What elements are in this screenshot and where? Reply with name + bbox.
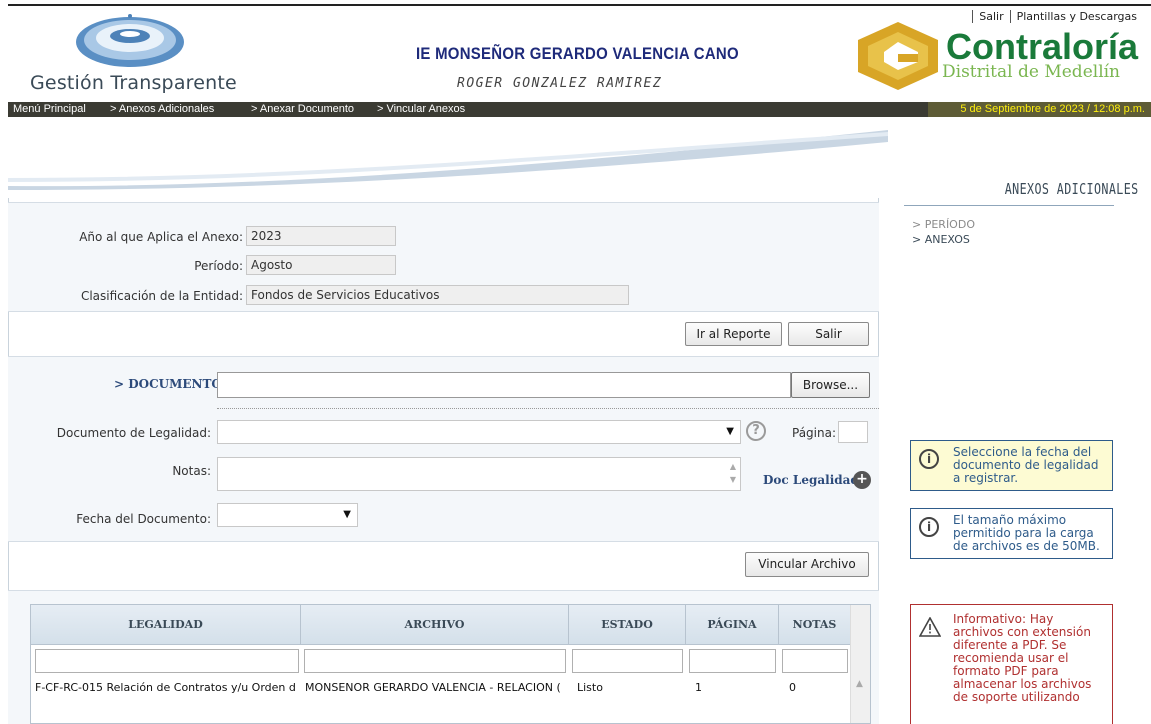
periodo-label: Período:: [194, 259, 243, 273]
breadcrumb-menu-principal[interactable]: Menú Principal: [13, 102, 86, 117]
ir-al-reporte-button[interactable]: Ir al Reporte: [685, 322, 782, 346]
anexos-table: LEGALIDAD ARCHIVO ESTADO PÁGINA NOTAS F-…: [30, 604, 871, 724]
info-icon: i: [919, 517, 939, 537]
salir-link[interactable]: Salir: [972, 10, 1009, 23]
divider: [217, 408, 879, 409]
fecha-select[interactable]: ▼: [217, 503, 358, 527]
warning-box: Informativo: Hay archivos con extensión …: [910, 604, 1113, 724]
table-cell-estado[interactable]: Listo: [573, 677, 683, 699]
doc-legalidad-label: Documento de Legalidad:: [56, 426, 211, 440]
top-border-line: [8, 4, 1151, 6]
contraloria-subtitle: Distrital de Medellín: [942, 62, 1121, 82]
plantillas-link[interactable]: Plantillas y Descargas: [1009, 10, 1143, 23]
header-pagina[interactable]: PÁGINA: [686, 605, 779, 645]
file-path-input[interactable]: [217, 372, 791, 398]
contraloria-name: Contraloría: [946, 26, 1139, 67]
datetime-highlight: [928, 102, 1151, 117]
user-name: ROGER GONZALEZ RAMIREZ: [457, 76, 663, 91]
clasificacion-field: Fondos de Servicios Educativos: [246, 285, 629, 305]
table-cell-notas[interactable]: 0: [785, 677, 849, 699]
notas-label: Notas:: [172, 464, 211, 478]
breadcrumb-anexos-adicionales[interactable]: > Anexos Adicionales: [110, 102, 214, 117]
sidebar-item-anexos[interactable]: > ANEXOS: [912, 233, 970, 246]
filter-estado[interactable]: [572, 649, 683, 673]
contraloria-logo-icon: [858, 22, 938, 90]
documento-label: > DOCUMENTO: [114, 377, 222, 391]
header-swoosh: [8, 130, 888, 190]
table-header: LEGALIDAD ARCHIVO ESTADO PÁGINA NOTAS: [31, 605, 851, 645]
page-title: ANEXOS ADICIONALES: [1005, 180, 1139, 198]
info-box-fecha: i Seleccione la fecha del documento de l…: [910, 440, 1113, 491]
dropdown-arrow-icon: ▼: [726, 426, 734, 437]
sidebar-divider: [904, 205, 1114, 206]
vincular-archivo-button[interactable]: Vincular Archivo: [745, 552, 869, 577]
header-notas[interactable]: NOTAS: [779, 605, 851, 645]
water-drop-logo: [76, 14, 184, 67]
browse-button[interactable]: Browse...: [791, 372, 870, 398]
filter-notas[interactable]: [782, 649, 848, 673]
table-cell-archivo[interactable]: MONSENOR GERARDO VALENCIA - RELACION (: [301, 677, 569, 699]
institution-title: IE MONSEÑOR GERARDO VALENCIA CANO: [416, 44, 739, 63]
table-scrollbar[interactable]: ▲: [850, 605, 870, 723]
pagina-input[interactable]: [838, 421, 868, 443]
doc-legalidad-link[interactable]: Doc Legalidad: [763, 473, 859, 487]
table-cell-legalidad[interactable]: F-CF-RC-015 Relación de Contratos y/u Or…: [31, 677, 301, 699]
filter-archivo[interactable]: [304, 649, 566, 673]
anio-label: Año al que Aplica el Anexo:: [79, 230, 243, 244]
header-estado[interactable]: ESTADO: [569, 605, 686, 645]
salir-button[interactable]: Salir: [788, 322, 869, 346]
breadcrumb-vincular-anexos[interactable]: > Vincular Anexos: [377, 102, 465, 117]
dropdown-arrow-icon: ▼: [343, 509, 351, 520]
sidebar-item-periodo[interactable]: > PERÍODO: [912, 218, 975, 231]
fecha-label: Fecha del Documento:: [76, 512, 211, 526]
header-legalidad[interactable]: LEGALIDAD: [31, 605, 301, 645]
textarea-scroll-arrows-icon: ▲ ▼: [729, 462, 736, 484]
periodo-field: Agosto: [246, 255, 396, 275]
info-icon: i: [919, 449, 939, 469]
header-archivo[interactable]: ARCHIVO: [301, 605, 569, 645]
filter-legalidad[interactable]: [35, 649, 299, 673]
filter-pagina[interactable]: [689, 649, 776, 673]
pagina-label: Página:: [792, 426, 837, 440]
doc-legalidad-select[interactable]: ▼: [217, 420, 741, 444]
help-icon[interactable]: ?: [746, 421, 766, 441]
breadcrumb-anexar-documento[interactable]: > Anexar Documento: [251, 102, 354, 117]
scroll-up-icon[interactable]: ▲: [856, 679, 863, 689]
table-cell-pagina[interactable]: 1: [691, 677, 777, 699]
info-box-tamano: i El tamaño máximo permitido para la car…: [910, 508, 1113, 559]
top-links: Salir Plantillas y Descargas: [972, 10, 1143, 23]
clasificacion-label: Clasificación de la Entidad:: [80, 289, 243, 303]
anio-field: 2023: [246, 226, 396, 246]
notas-textarea[interactable]: ▲ ▼: [217, 457, 741, 491]
warning-icon: [919, 617, 941, 637]
add-plus-icon[interactable]: +: [853, 471, 871, 489]
brand-name: Gestión Transparente: [30, 72, 237, 94]
